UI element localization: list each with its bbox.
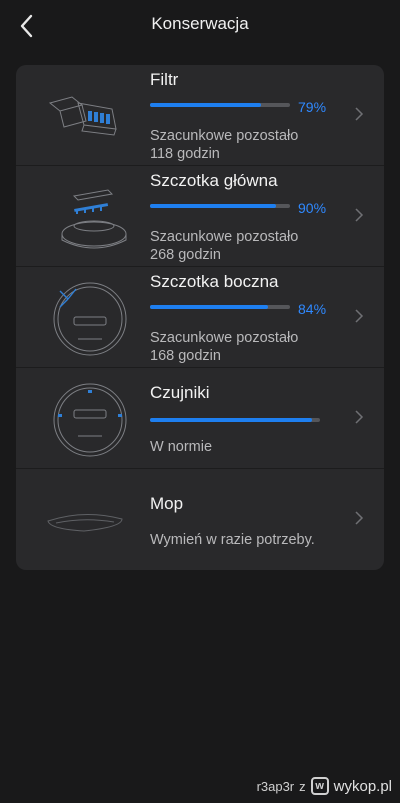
status-line-1: Szacunkowe pozostało — [150, 330, 299, 346]
item-status: W normie — [150, 438, 212, 456]
item-name: Szczotka główna — [150, 171, 278, 190]
wykop-logo-icon: w — [310, 777, 329, 795]
progress-fill — [150, 305, 268, 309]
progress-bar — [150, 103, 290, 107]
item-name: Mop — [150, 494, 184, 513]
side-brush-icon — [53, 282, 127, 356]
list-item-filter[interactable]: Filtr 79% Szacunkowe pozostało 118 godzi… — [16, 65, 384, 166]
progress-fill — [150, 204, 276, 208]
chevron-right-icon — [355, 410, 364, 424]
watermark: r3ap3r z w wykop.pl — [257, 775, 392, 797]
item-status: Szacunkowe pozostało 118 godzin — [150, 127, 298, 163]
maintenance-list: Filtr 79% Szacunkowe pozostało 118 godzi… — [16, 65, 384, 570]
status-line-1: Wymień w razie potrzeby. — [150, 532, 315, 548]
status-line-1: W normie — [150, 439, 213, 455]
list-item-sensors[interactable]: Czujniki W normie — [16, 368, 384, 469]
chevron-right-icon — [355, 107, 364, 121]
mop-icon — [47, 513, 123, 532]
percent-label: 84% — [298, 301, 327, 317]
list-item-main-brush[interactable]: Szczotka główna 90% Szacunkowe pozostało… — [16, 166, 384, 267]
chevron-right-icon — [355, 511, 364, 525]
item-status: Szacunkowe pozostało 168 godzin — [150, 329, 298, 365]
progress-bar — [150, 418, 320, 422]
status-line-1: Szacunkowe pozostało — [150, 128, 299, 144]
chevron-right-icon — [355, 208, 364, 222]
item-name: Czujniki — [150, 383, 210, 402]
progress-fill — [150, 103, 261, 107]
item-status: Szacunkowe pozostało 268 godzin — [150, 228, 298, 264]
watermark-brand: wykop.pl — [333, 777, 392, 795]
filter-icon — [48, 96, 117, 136]
progress-bar — [150, 305, 290, 309]
watermark-user: r3ap3r — [256, 778, 295, 794]
progress-fill — [150, 418, 312, 422]
list-item-side-brush[interactable]: Szczotka boczna 84% Szacunkowe pozostało… — [16, 267, 384, 368]
top-bar: Konserwacja — [0, 0, 400, 56]
progress-bar — [150, 204, 290, 208]
chevron-right-icon — [355, 309, 364, 323]
item-name: Szczotka boczna — [150, 272, 279, 291]
sensors-icon — [53, 383, 127, 457]
watermark-sep: z — [299, 778, 306, 794]
percent-label: 90% — [298, 200, 327, 216]
list-item-mop[interactable]: Mop Wymień w razie potrzeby. — [16, 469, 384, 570]
item-status: Wymień w razie potrzeby. — [150, 531, 315, 549]
item-name: Filtr — [150, 70, 179, 89]
status-line-2: 268 godzin — [150, 247, 221, 263]
status-line-2: 168 godzin — [150, 348, 221, 364]
percent-label: 79% — [298, 99, 327, 115]
status-line-1: Szacunkowe pozostało — [150, 229, 299, 245]
main-brush-icon — [61, 189, 127, 249]
page-title: Konserwacja — [151, 14, 249, 33]
status-line-2: 118 godzin — [150, 146, 220, 162]
